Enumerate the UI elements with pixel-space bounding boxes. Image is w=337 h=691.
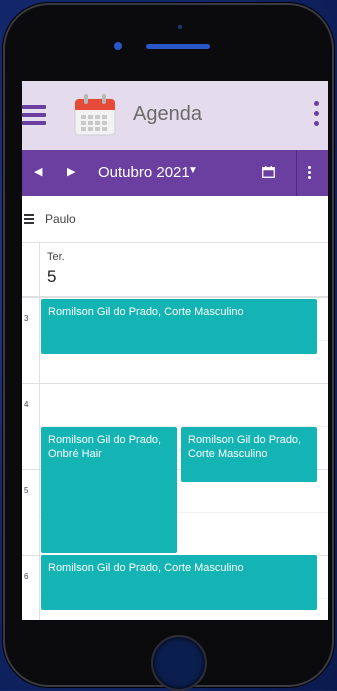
time-gutter-divider: [39, 297, 40, 620]
toolbar-more-icon[interactable]: [308, 166, 312, 180]
front-camera: [114, 42, 122, 50]
proximity-sensor: [178, 25, 182, 29]
hour-label: 6: [24, 572, 29, 581]
appointment-event[interactable]: Romilson Gil do Prado, Onbré Hair: [41, 427, 177, 553]
appointment-event[interactable]: Romilson Gil do Prado, Corte Masculino: [41, 299, 317, 354]
earpiece-speaker: [146, 44, 210, 49]
time-grid[interactable]: 3 4 5 6 Romilson Gil do Prado, Corte Mas…: [22, 297, 328, 620]
appointment-event[interactable]: Romilson Gil do Prado, Corte Masculino: [181, 427, 317, 482]
hour-label: 4: [24, 400, 29, 409]
hour-line: [22, 383, 328, 384]
resource-list-icon[interactable]: [24, 214, 34, 226]
home-button[interactable]: [151, 635, 207, 691]
overflow-menu-icon[interactable]: [314, 101, 320, 131]
app-bar: Agenda: [22, 81, 328, 150]
resource-bar: Paulo: [22, 196, 328, 243]
day-weekday: Ter.: [47, 251, 65, 263]
hour-line: [22, 297, 328, 298]
today-calendar-icon[interactable]: [262, 166, 275, 178]
app-title: Agenda: [133, 103, 202, 125]
calendar-toolbar: ◀ ▶ Outubro 2021 ▼: [22, 150, 328, 196]
next-month-icon[interactable]: ▶: [67, 165, 75, 178]
calendar-logo-icon: [74, 94, 116, 136]
resource-name[interactable]: Paulo: [45, 212, 76, 226]
previous-month-icon[interactable]: ◀: [34, 165, 42, 178]
appointment-event[interactable]: Romilson Gil do Prado, Corte Masculino: [41, 555, 317, 610]
day-header: Ter. 5: [22, 243, 328, 297]
toolbar-divider: [296, 150, 297, 196]
app-screen: Agenda ◀ ▶ Outubro 2021 ▼ Paulo Ter. 5 3…: [22, 81, 328, 620]
day-number[interactable]: 5: [47, 267, 56, 287]
chevron-down-icon[interactable]: ▼: [188, 165, 198, 176]
month-selector[interactable]: Outubro 2021: [98, 164, 190, 181]
hour-label: 5: [24, 486, 29, 495]
hamburger-menu-icon[interactable]: [22, 105, 46, 125]
time-gutter-divider: [39, 243, 40, 296]
hour-label: 3: [24, 314, 29, 323]
